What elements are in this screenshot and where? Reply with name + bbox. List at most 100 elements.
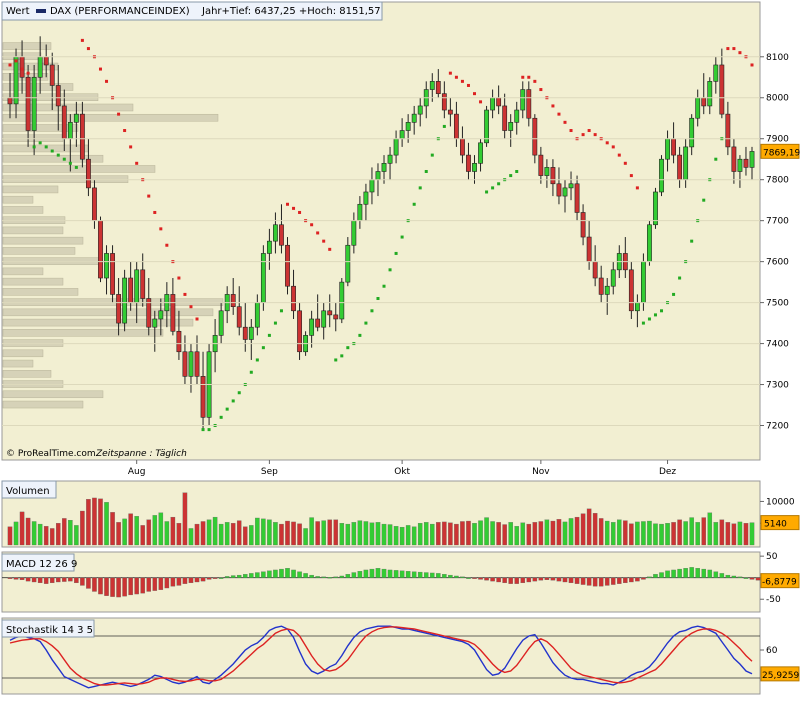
- candle-body: [200, 376, 206, 418]
- volume-bar: [743, 523, 749, 546]
- macd-bar: [218, 577, 224, 579]
- sar-dot: [334, 358, 338, 362]
- stochastic-title: Stochastik 14 3 5: [6, 625, 93, 636]
- volume-bar: [128, 513, 133, 546]
- sar-dot: [195, 317, 199, 321]
- sar-dot: [653, 313, 657, 317]
- volume-bar: [731, 523, 737, 546]
- volume-panel: [1, 480, 761, 548]
- macd-bar: [448, 574, 453, 578]
- sar-dot: [466, 83, 470, 87]
- volume-bar: [273, 522, 278, 546]
- macd-bar: [230, 575, 236, 578]
- sar-dot: [14, 59, 18, 63]
- macd-bar: [206, 577, 212, 580]
- candle-body: [610, 269, 616, 287]
- volume-bar: [430, 523, 435, 546]
- date-tick-label: Okt: [394, 467, 410, 477]
- volume-axis: 5000100005140: [760, 497, 800, 531]
- candle-body: [25, 76, 31, 131]
- volume-bar: [749, 522, 755, 546]
- macd-bar: [134, 577, 139, 595]
- sar-dot: [310, 223, 314, 227]
- volume-bar: [610, 522, 616, 546]
- macd-bar: [188, 577, 194, 584]
- macd-bar: [538, 577, 544, 581]
- candle-body: [242, 326, 248, 340]
- candle-body: [266, 240, 272, 254]
- sar-dot: [382, 284, 386, 288]
- sar-dot: [177, 276, 181, 280]
- candle-body: [508, 122, 514, 131]
- volume-bar: [49, 528, 55, 546]
- candle-body: [339, 281, 345, 320]
- sar-dot: [430, 153, 434, 157]
- sar-dot: [394, 251, 398, 255]
- macd-bar: [357, 571, 363, 578]
- volume-bar: [375, 522, 381, 546]
- volume-bar: [574, 516, 580, 546]
- volume-bar: [236, 520, 242, 546]
- volume-profile-bar: [2, 103, 134, 112]
- volume-bar: [19, 511, 25, 546]
- macd-bar: [333, 576, 339, 578]
- macd-bar: [466, 577, 471, 579]
- candle-body: [122, 277, 128, 324]
- candle-body: [598, 277, 604, 295]
- candle-body: [441, 93, 447, 111]
- volume-profile-bar: [2, 400, 84, 409]
- macd-bar: [92, 577, 97, 592]
- volume-bar: [641, 521, 646, 546]
- sar-dot: [237, 391, 241, 395]
- volume-bar: [98, 498, 103, 546]
- macd-bar: [562, 577, 568, 583]
- sar-dot: [316, 231, 320, 235]
- candle-body: [7, 97, 13, 105]
- volume-profile-bar: [2, 359, 34, 368]
- candle-body: [254, 302, 260, 328]
- candle-body: [387, 154, 393, 164]
- volume-bar: [562, 521, 568, 546]
- sar-dot: [32, 145, 36, 149]
- volume-bar: [442, 521, 447, 546]
- candle-body: [647, 224, 652, 262]
- sar-dot: [473, 92, 477, 96]
- volume-bar: [689, 517, 694, 546]
- sar-dot: [454, 75, 458, 79]
- volume-bar: [659, 523, 664, 546]
- macd-bar: [200, 577, 206, 582]
- candle-body: [381, 163, 387, 172]
- candle-body: [260, 253, 266, 303]
- candle-body: [665, 138, 670, 160]
- candle-body: [671, 138, 676, 156]
- candle-body: [43, 56, 49, 66]
- volume-bar: [653, 523, 658, 546]
- volume-bar: [592, 513, 598, 546]
- volume-bar: [43, 526, 49, 546]
- series-color-swatch: [36, 9, 46, 13]
- macd-bar: [13, 577, 19, 580]
- macd-bar: [170, 577, 176, 587]
- volume-bar: [104, 502, 109, 546]
- candle-body: [532, 117, 538, 156]
- macd-bar: [80, 577, 85, 586]
- macd-bar: [574, 577, 580, 584]
- volume-bar: [80, 510, 85, 546]
- candle-body: [31, 76, 37, 131]
- volume-bar: [339, 523, 345, 546]
- sar-dot: [647, 317, 651, 321]
- macd-bar: [49, 577, 55, 584]
- sar-dot: [460, 79, 464, 83]
- sar-dot: [635, 186, 639, 190]
- sar-dot: [279, 309, 283, 313]
- candle-body: [67, 122, 73, 140]
- macd-bar: [31, 577, 37, 583]
- sar-dot: [322, 239, 326, 243]
- price-tick-label: 7200: [766, 422, 789, 432]
- sar-dot: [261, 346, 265, 350]
- macd-bar: [327, 577, 332, 579]
- sar-dot: [207, 428, 211, 432]
- candle-body: [140, 269, 146, 299]
- macd-bar: [423, 572, 429, 578]
- volume-bar: [381, 523, 387, 546]
